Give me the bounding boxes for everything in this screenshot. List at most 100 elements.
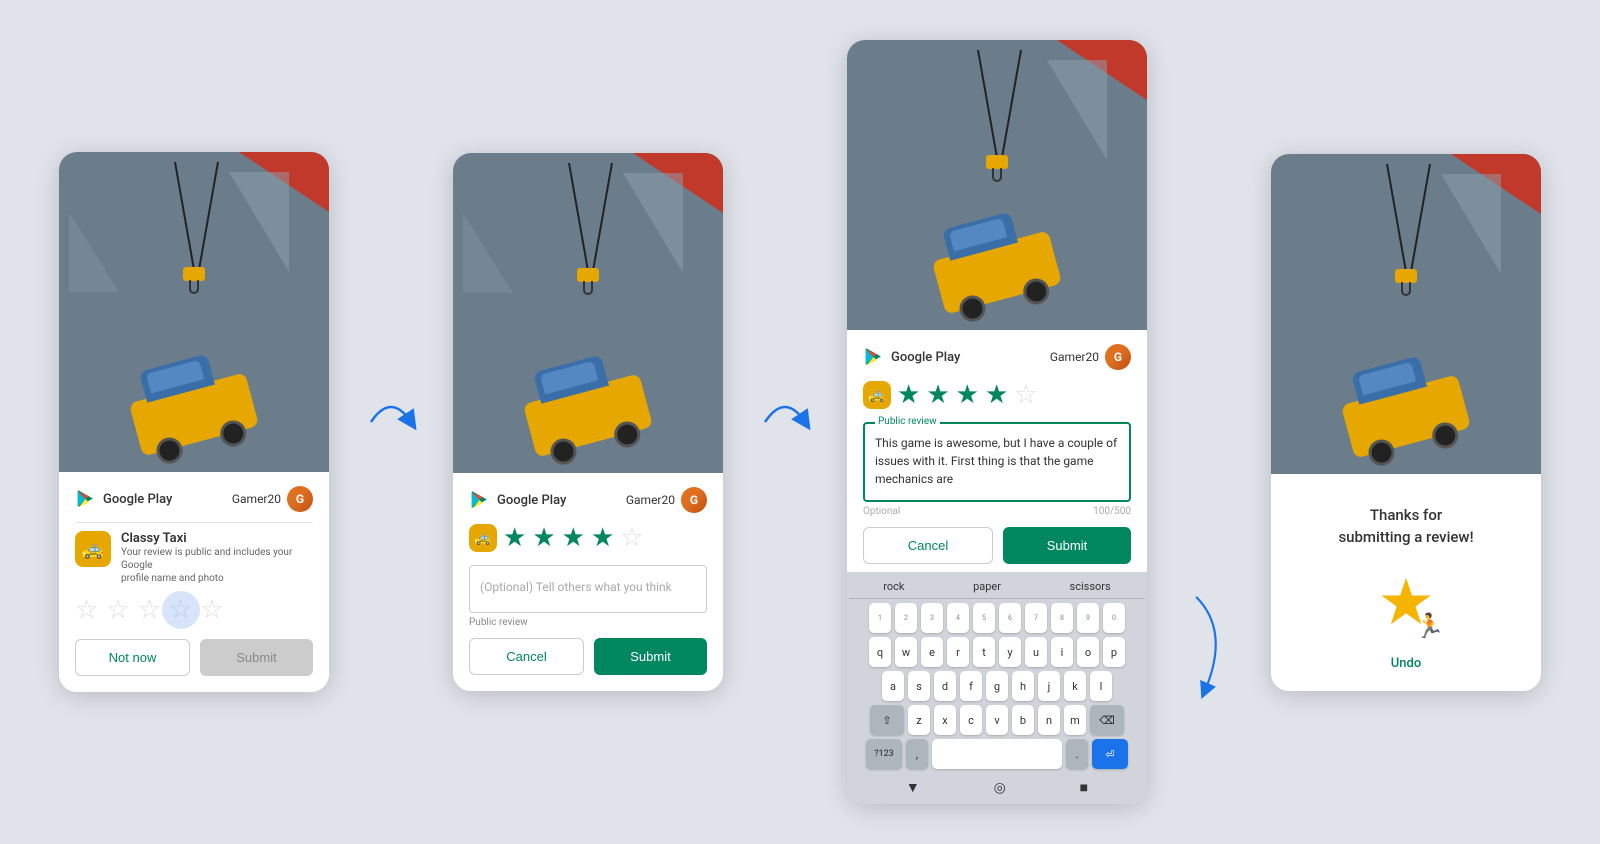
kb-a[interactable]: a <box>882 671 904 701</box>
kb-h[interactable]: h <box>1012 671 1034 701</box>
kb-t[interactable]: t <box>973 637 995 667</box>
kb-e[interactable]: e <box>921 637 943 667</box>
kb-num-4: 4 <box>947 603 969 633</box>
kb-u[interactable]: u <box>1025 637 1047 667</box>
kb-nav-home[interactable]: ◎ <box>994 780 1006 796</box>
kb-suggestion-3[interactable]: scissors <box>1070 580 1111 593</box>
taxi-cabin-1 <box>139 354 215 403</box>
kb-x[interactable]: x <box>934 705 956 735</box>
crane-hook-box-2 <box>577 268 599 282</box>
kb-p[interactable]: p <box>1103 637 1125 667</box>
kb-z[interactable]: z <box>908 705 930 735</box>
taxi-car-1 <box>129 372 259 456</box>
kb-shift[interactable]: ⇧ <box>870 705 904 735</box>
star-3-3[interactable]: ★ <box>956 380 979 410</box>
star-1-4[interactable]: ☆ <box>169 595 192 625</box>
action-buttons-1: Not now Submit <box>75 639 313 676</box>
gp-user-area-2: Gamer20 G <box>626 487 707 513</box>
crane-line-right-2 <box>590 163 613 282</box>
kb-c[interactable]: c <box>960 705 982 735</box>
kb-y[interactable]: y <box>999 637 1021 667</box>
gp-logo-area-2: Google Play <box>469 489 566 511</box>
kb-s[interactable]: s <box>908 671 930 701</box>
cancel-button-2[interactable]: Cancel <box>469 638 584 675</box>
taxi-car-2 <box>523 373 653 457</box>
kb-suggestion-2[interactable]: paper <box>973 580 1001 593</box>
arrow-1 <box>361 382 421 462</box>
kb-v[interactable]: v <box>986 705 1008 735</box>
kb-r[interactable]: r <box>947 637 969 667</box>
submit-button-3[interactable]: Submit <box>1003 527 1131 564</box>
star-1-2[interactable]: ☆ <box>106 595 129 625</box>
kb-l[interactable]: l <box>1090 671 1112 701</box>
taxi-body-1 <box>129 372 259 456</box>
kb-space[interactable] <box>932 739 1062 769</box>
crane-hook-2 <box>583 281 593 295</box>
taxi-wheel-left-2 <box>548 436 580 468</box>
crane-hook-3 <box>992 168 1002 182</box>
gray-shape-4 <box>463 213 513 293</box>
kb-w[interactable]: w <box>895 637 917 667</box>
undo-button[interactable]: Undo <box>1391 656 1421 671</box>
kb-d[interactable]: d <box>934 671 956 701</box>
kb-123[interactable]: ?123 <box>866 739 902 769</box>
kb-num-0: 0 <box>1103 603 1125 633</box>
star-2-4[interactable]: ★ <box>591 523 614 553</box>
star-3-4[interactable]: ★ <box>985 380 1008 410</box>
kb-period[interactable]: . <box>1066 739 1088 769</box>
cancel-button-3[interactable]: Cancel <box>863 527 993 564</box>
kb-o[interactable]: o <box>1077 637 1099 667</box>
taxi-wheel-left-4 <box>1366 436 1398 468</box>
taxi-cabin-4 <box>1351 355 1427 404</box>
star-2-1[interactable]: ★ <box>503 523 526 553</box>
not-now-button[interactable]: Not now <box>75 639 190 676</box>
star-2-5[interactable]: ☆ <box>620 523 643 553</box>
kb-row-1: q w e r t y u i o p <box>849 637 1145 667</box>
bottom-panel-2: Google Play Gamer20 G 🚕 ★ ★ ★ ★ ☆ (Optio… <box>453 473 723 691</box>
kb-num-2: 2 <box>895 603 917 633</box>
arrow-svg-2 <box>755 382 815 462</box>
star-3-1[interactable]: ★ <box>897 380 920 410</box>
crane-line-left-2 <box>568 163 591 282</box>
game-screenshot-4 <box>1271 154 1541 474</box>
kb-j[interactable]: j <box>1038 671 1060 701</box>
kb-q[interactable]: q <box>869 637 891 667</box>
kb-f[interactable]: f <box>960 671 982 701</box>
star-1-3[interactable]: ☆ <box>138 595 161 625</box>
gray-shape-2 <box>69 212 119 292</box>
taxi-wheel-right-1 <box>217 418 249 450</box>
kb-enter[interactable]: ⏎ <box>1092 739 1128 769</box>
gp-avatar-1[interactable]: G <box>287 486 313 512</box>
star-1-5[interactable]: ☆ <box>200 595 223 625</box>
kb-b[interactable]: b <box>1012 705 1034 735</box>
star-2-3[interactable]: ★ <box>562 523 585 553</box>
gp-avatar-2[interactable]: G <box>681 487 707 513</box>
star-3-5[interactable]: ☆ <box>1014 380 1037 410</box>
review-input-focused[interactable]: Public review This game is awesome, but … <box>863 422 1131 502</box>
star-2-2[interactable]: ★ <box>532 523 555 553</box>
kb-suggestion-1[interactable]: rock <box>883 580 904 593</box>
gp-avatar-3[interactable]: G <box>1105 344 1131 370</box>
app-subtitle-1: Your review is public and includes your … <box>121 546 313 585</box>
review-input-2[interactable]: (Optional) Tell others what you think <box>469 565 707 613</box>
kb-n[interactable]: n <box>1038 705 1060 735</box>
kb-k[interactable]: k <box>1064 671 1086 701</box>
kb-backspace[interactable]: ⌫ <box>1090 705 1124 735</box>
review-text: This game is awesome, but I have a coupl… <box>875 434 1119 488</box>
kb-nav-recent[interactable]: ■ <box>1080 779 1088 796</box>
crane-line-left-1 <box>174 162 197 281</box>
star-1-1[interactable]: ☆ <box>75 595 98 625</box>
kb-g[interactable]: g <box>986 671 1008 701</box>
kb-num-7: 7 <box>1025 603 1047 633</box>
submit-button-2[interactable]: Submit <box>594 638 707 675</box>
kb-comma[interactable]: , <box>906 739 928 769</box>
kb-i[interactable]: i <box>1051 637 1073 667</box>
kb-nav-back[interactable]: ▼ <box>906 779 920 796</box>
star-3-2[interactable]: ★ <box>926 380 949 410</box>
stars-row-3: 🚕 ★ ★ ★ ★ ☆ <box>863 380 1131 410</box>
gp-logo-text-1: Google Play <box>103 492 172 507</box>
screens-container: Google Play Gamer20 G 🚕 Classy Taxi Your… <box>0 0 1600 844</box>
submit-button-1[interactable]: Submit <box>200 639 313 676</box>
kb-m[interactable]: m <box>1064 705 1086 735</box>
google-play-icon-3 <box>863 346 885 368</box>
